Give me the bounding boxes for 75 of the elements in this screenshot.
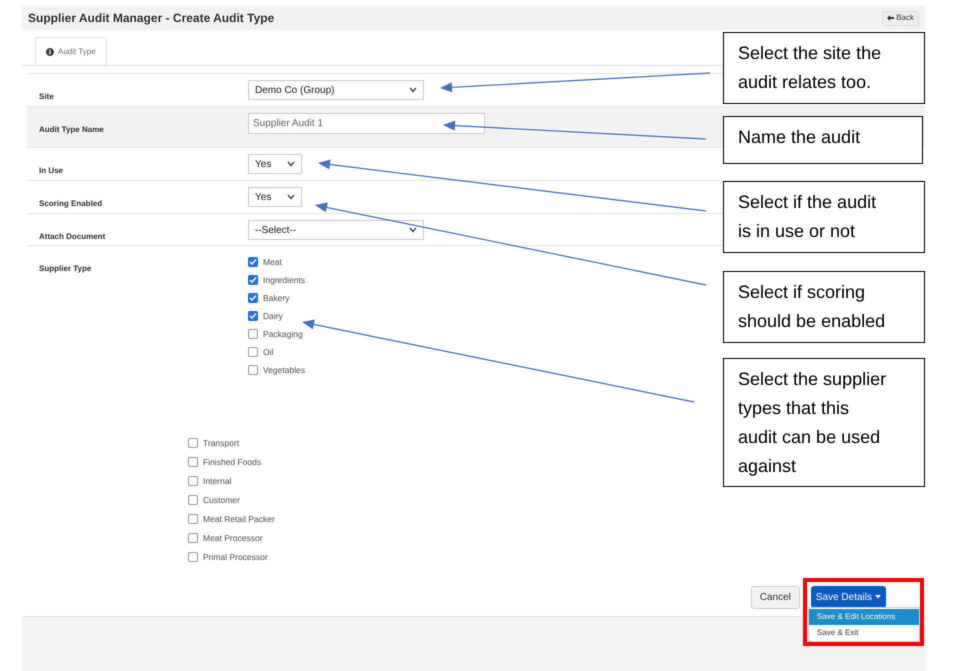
tab[interactable]: Audit Type (35, 37, 107, 65)
checkbox[interactable] (188, 552, 198, 562)
callout-text: Name the audit (738, 127, 860, 147)
checkbox-option[interactable]: Customer (188, 491, 240, 509)
checkbox-option[interactable]: Oil (248, 343, 274, 361)
checkmark-icon (249, 294, 257, 302)
option-label: Oil (263, 346, 274, 358)
checkbox-option[interactable]: Dairy (248, 307, 283, 325)
chevron-down-icon (409, 227, 417, 233)
checkbox-option[interactable]: Meat Processor (188, 529, 263, 547)
field-label: Site (39, 92, 54, 101)
back-button[interactable]: Back (882, 10, 919, 26)
chevron-down-icon (287, 194, 295, 200)
menu-item[interactable]: Save & Edit Locations (809, 609, 919, 625)
checkbox[interactable] (248, 365, 258, 375)
chevron-down-icon (287, 161, 295, 167)
option-label: Meat (263, 256, 282, 268)
callout-text: Select the supplier types that this audit can be used against (738, 369, 886, 476)
option-label: Internal (203, 474, 232, 488)
checkbox[interactable] (188, 495, 198, 505)
save-details-button[interactable]: Save Details (810, 586, 886, 608)
checkmark-icon (249, 258, 257, 266)
field-label: Audit Type Name (39, 125, 104, 134)
checkbox[interactable] (248, 329, 258, 339)
option-label: Meat Processor (203, 532, 263, 544)
option-label: Dairy (263, 310, 283, 322)
text-input[interactable]: Supplier Audit 1 (248, 113, 485, 134)
select-field[interactable]: Demo Co (Group) (248, 80, 424, 100)
field-label: In Use (39, 166, 64, 175)
checkbox[interactable] (248, 347, 258, 357)
chevron-down-icon (409, 87, 417, 93)
checkbox-option[interactable]: Ingredients (248, 271, 306, 289)
field-label: Scoring Enabled (39, 199, 102, 208)
option-label: Ingredients (263, 274, 306, 286)
option-label: Transport (203, 436, 240, 450)
checkbox[interactable] (188, 457, 198, 467)
option-label: Meat Retail Packer (203, 512, 275, 526)
select-field[interactable]: Yes (248, 154, 302, 174)
callout-text: Select the site the audit relates too. (738, 43, 882, 92)
checkbox-option[interactable]: Finished Foods (188, 453, 262, 471)
checkmark-icon (249, 276, 257, 284)
checkbox[interactable] (248, 293, 258, 303)
field-label: Supplier Type (39, 264, 92, 273)
info-icon (46, 48, 54, 56)
option-label: Finished Foods (203, 456, 262, 468)
checkbox-option[interactable]: Primal Processor (188, 548, 268, 566)
checkbox-option[interactable]: Meat Retail Packer (188, 510, 275, 528)
option-label: Vegetables (263, 364, 306, 376)
checkmark-icon (249, 312, 257, 320)
checkbox-option[interactable]: Packaging (248, 325, 303, 343)
arrow-left-icon (887, 15, 894, 21)
option-label: Customer (203, 494, 240, 506)
checkbox[interactable] (248, 257, 258, 267)
select-field[interactable]: Yes (248, 187, 302, 207)
callout-text: Select if the audit is in use or not (738, 192, 876, 241)
option-label: Bakery (263, 292, 290, 304)
caret-icon (875, 595, 881, 599)
checkbox[interactable] (248, 275, 258, 285)
checkbox[interactable] (188, 476, 198, 486)
checkbox[interactable] (248, 311, 258, 321)
page-title: Supplier Audit Manager - Create Audit Type (28, 10, 274, 27)
checkbox[interactable] (188, 533, 198, 543)
checkbox-option[interactable]: Internal (188, 472, 232, 490)
select-field[interactable]: --Select-- (248, 220, 424, 240)
checkbox-option[interactable]: Bakery (248, 289, 290, 307)
checkbox-option[interactable]: Transport (188, 434, 240, 452)
checkbox[interactable] (188, 514, 198, 524)
field-label: Attach Document (39, 232, 106, 241)
checkbox-option[interactable]: Vegetables (248, 361, 306, 379)
checkbox-option[interactable]: Meat (248, 253, 282, 271)
checkbox[interactable] (188, 438, 198, 448)
option-label: Packaging (263, 328, 303, 340)
callout-text: Select if scoring should be enabled (738, 282, 886, 331)
cancel-button[interactable]: Cancel (750, 586, 800, 609)
option-label: Primal Processor (203, 550, 268, 564)
